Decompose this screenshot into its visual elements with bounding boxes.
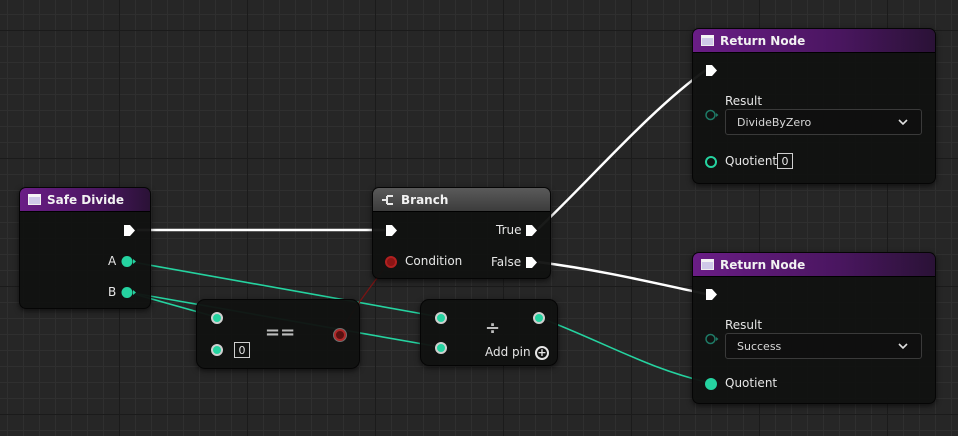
result-dropdown-top[interactable]: DivideByZero [725, 109, 922, 135]
return-node-top[interactable]: Return Node Result DivideByZero Quotient… [692, 28, 936, 184]
quotient-pin-icon[interactable] [705, 378, 717, 390]
add-pin-icon[interactable]: + [535, 346, 549, 360]
branch-condition-label: Condition [405, 254, 463, 268]
branch-false-label: False [491, 255, 522, 269]
return-top-quotient-value[interactable]: 0 [777, 153, 793, 169]
chevron-down-icon [898, 119, 908, 126]
exec-in-pin-icon[interactable] [705, 288, 718, 301]
add-pin-label[interactable]: Add pin [485, 345, 531, 359]
exec-out-pin-icon[interactable] [123, 224, 136, 237]
exec-in-pin-icon[interactable] [705, 64, 718, 77]
result-dropdown-top-value: DivideByZero [737, 115, 812, 129]
quotient-pin-icon[interactable] [705, 156, 717, 168]
exec-true-pin-icon[interactable] [525, 224, 538, 237]
float-wire-divide-to-quotient [537, 316, 712, 384]
return-bottom-quotient-label: Quotient [725, 376, 778, 390]
result-dropdown-bottom[interactable]: Success [725, 333, 922, 359]
equals-output-pin-icon[interactable] [334, 329, 346, 341]
return-node-top-header[interactable]: Return Node [693, 29, 935, 53]
result-pin-icon[interactable] [705, 333, 719, 345]
condition-pin-icon[interactable] [385, 256, 397, 268]
divide-input-a-pin-icon[interactable] [435, 312, 447, 324]
exec-wire-true-to-return [537, 68, 707, 230]
pin-a-icon[interactable] [121, 255, 137, 268]
equals-operator: == [265, 322, 296, 343]
branch-icon [382, 194, 393, 205]
divide-input-b-pin-icon[interactable] [435, 342, 447, 354]
return-top-result-label: Result [725, 94, 763, 108]
divide-output-pin-icon[interactable] [533, 312, 545, 324]
branch-title: Branch [401, 192, 449, 207]
equals-input-a-pin-icon[interactable] [211, 312, 223, 324]
branch-true-label: True [496, 223, 522, 237]
chevron-down-icon [898, 343, 908, 350]
divide-operator: ÷ [485, 318, 501, 339]
function-icon [28, 194, 41, 205]
result-dropdown-bottom-value: Success [737, 339, 782, 353]
return-node-bottom-header[interactable]: Return Node [693, 253, 935, 277]
pin-b-icon[interactable] [121, 286, 137, 299]
equals-node[interactable]: 0 == [196, 299, 360, 369]
safe-divide-node[interactable]: Safe Divide A B [19, 187, 151, 309]
branch-header[interactable]: Branch [373, 188, 550, 212]
function-icon [701, 35, 714, 46]
function-icon [701, 259, 714, 270]
equals-input-b-pin-icon[interactable] [211, 344, 223, 356]
exec-wire-false-to-return [537, 260, 707, 296]
pin-b-label: B [108, 285, 117, 299]
return-node-top-title: Return Node [720, 33, 806, 48]
return-node-bottom-title: Return Node [720, 257, 806, 272]
safe-divide-title: Safe Divide [47, 192, 125, 207]
divide-node[interactable]: ÷ Add pin + [420, 299, 558, 366]
result-pin-icon[interactable] [705, 109, 719, 121]
return-top-quotient-label: Quotient [725, 154, 778, 168]
safe-divide-header[interactable]: Safe Divide [20, 188, 150, 212]
exec-in-pin-icon[interactable] [385, 224, 398, 237]
equals-default-value[interactable]: 0 [234, 342, 250, 358]
return-node-bottom[interactable]: Return Node Result Success Quotient [692, 252, 936, 404]
return-bottom-result-label: Result [725, 318, 763, 332]
exec-false-pin-icon[interactable] [525, 256, 538, 269]
branch-node[interactable]: Branch True Condition False [372, 187, 551, 279]
pin-a-label: A [108, 254, 117, 268]
